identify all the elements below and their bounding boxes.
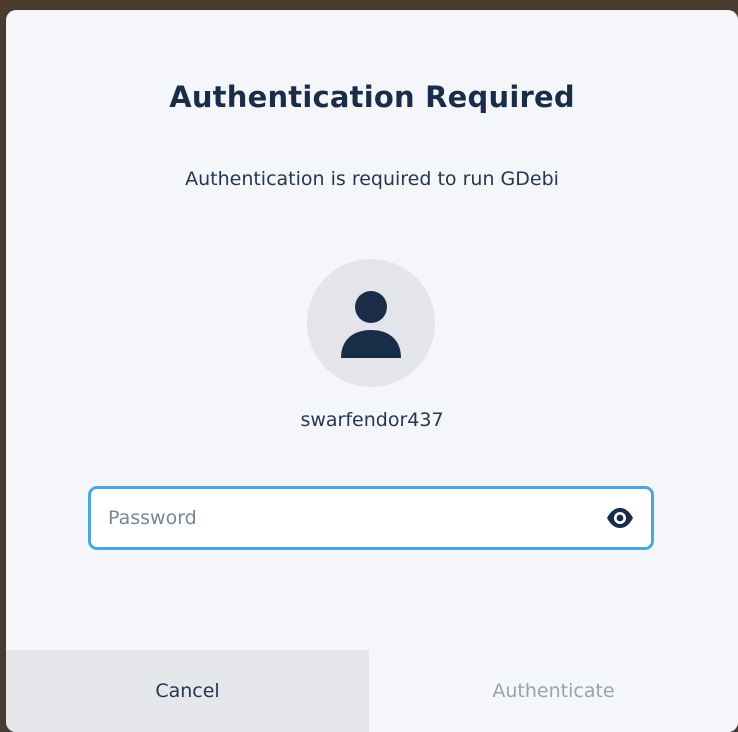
eye-icon[interactable] [605,505,635,531]
user-icon [341,291,401,358]
dialog-title: Authentication Required [169,80,575,114]
authentication-dialog: Authentication Required Authentication i… [6,10,738,732]
username-label: swarfendor437 [300,409,444,431]
password-input[interactable] [108,489,578,547]
dialog-subtitle: Authentication is required to run GDebi [185,168,559,190]
authenticate-button[interactable]: Authenticate [369,650,738,732]
password-field[interactable] [88,486,654,550]
cancel-button[interactable]: Cancel [6,650,369,732]
avatar [307,259,435,387]
